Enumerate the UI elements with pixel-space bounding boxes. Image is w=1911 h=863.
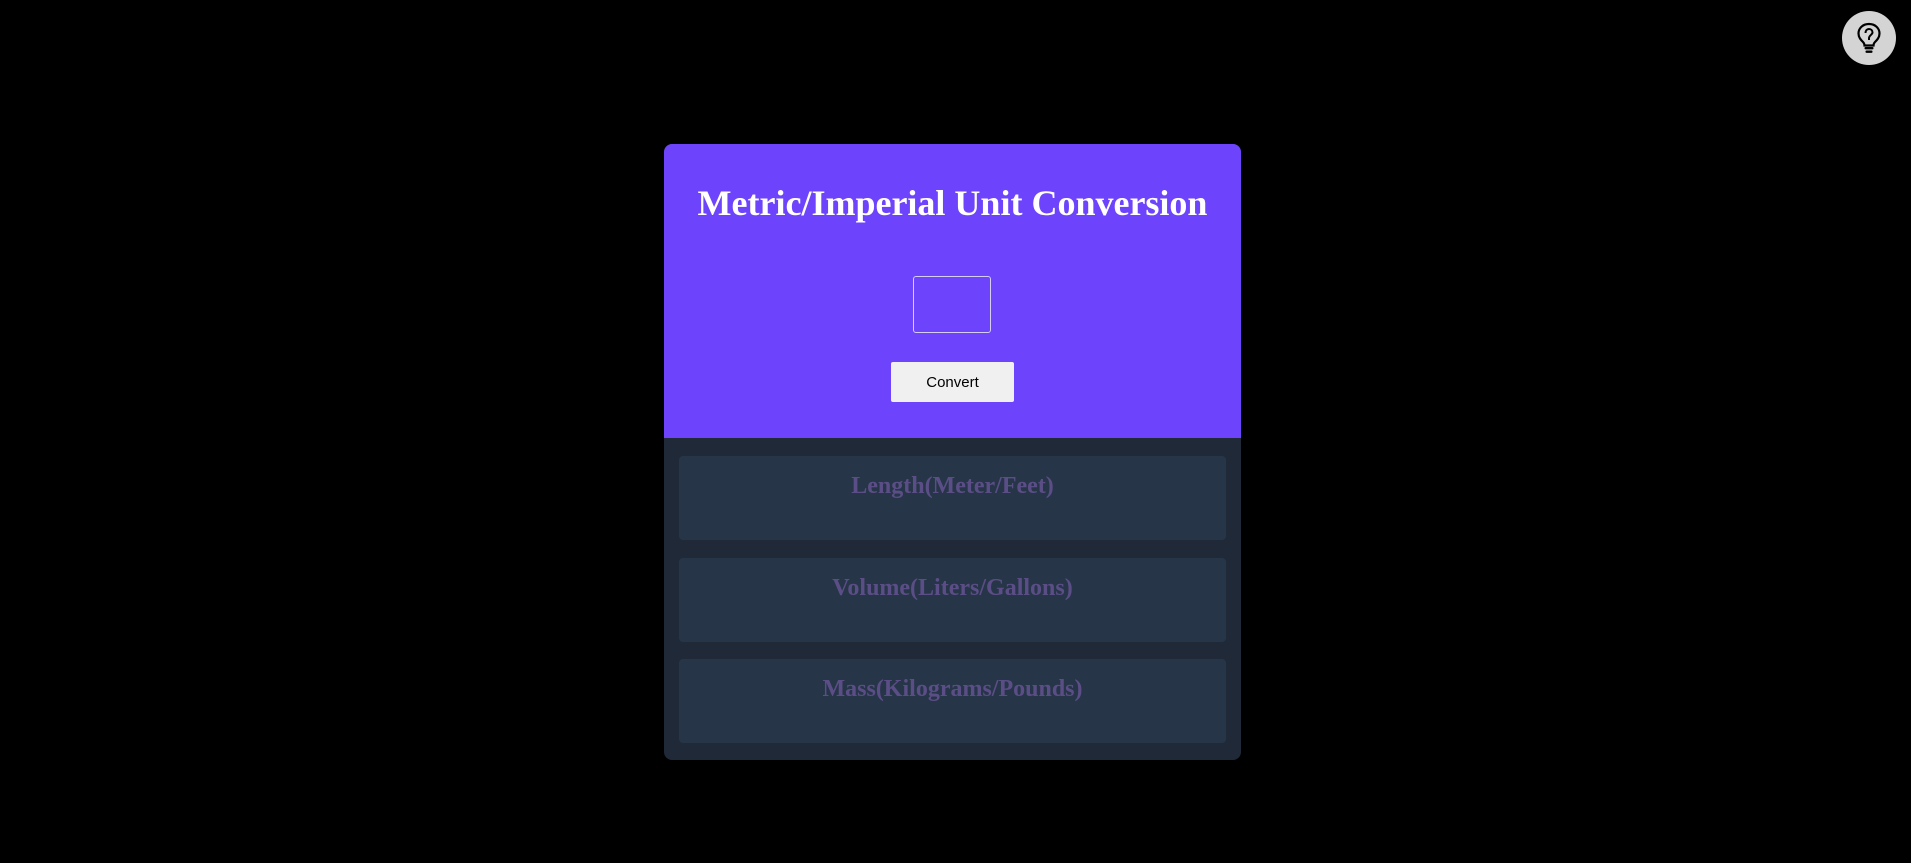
mass-result-box: Mass(Kilograms/Pounds) [679,659,1226,743]
length-result-title: Length(Meter/Feet) [851,473,1054,499]
theme-toggle-button[interactable] [1842,11,1896,65]
converter-header: Metric/Imperial Unit Conversion Convert [664,144,1241,438]
page-title: Metric/Imperial Unit Conversion [697,183,1208,223]
volume-result-title: Volume(Liters/Gallons) [832,575,1073,601]
mass-result-title: Mass(Kilograms/Pounds) [822,676,1083,702]
convert-button[interactable]: Convert [891,362,1014,402]
results-panel: Length(Meter/Feet) Volume(Liters/Gallons… [664,438,1241,760]
converter-card: Metric/Imperial Unit Conversion Convert … [664,144,1241,760]
volume-result-box: Volume(Liters/Gallons) [679,558,1226,642]
length-result-box: Length(Meter/Feet) [679,456,1226,540]
value-input[interactable] [913,276,991,333]
lightbulb-icon [1857,22,1881,53]
